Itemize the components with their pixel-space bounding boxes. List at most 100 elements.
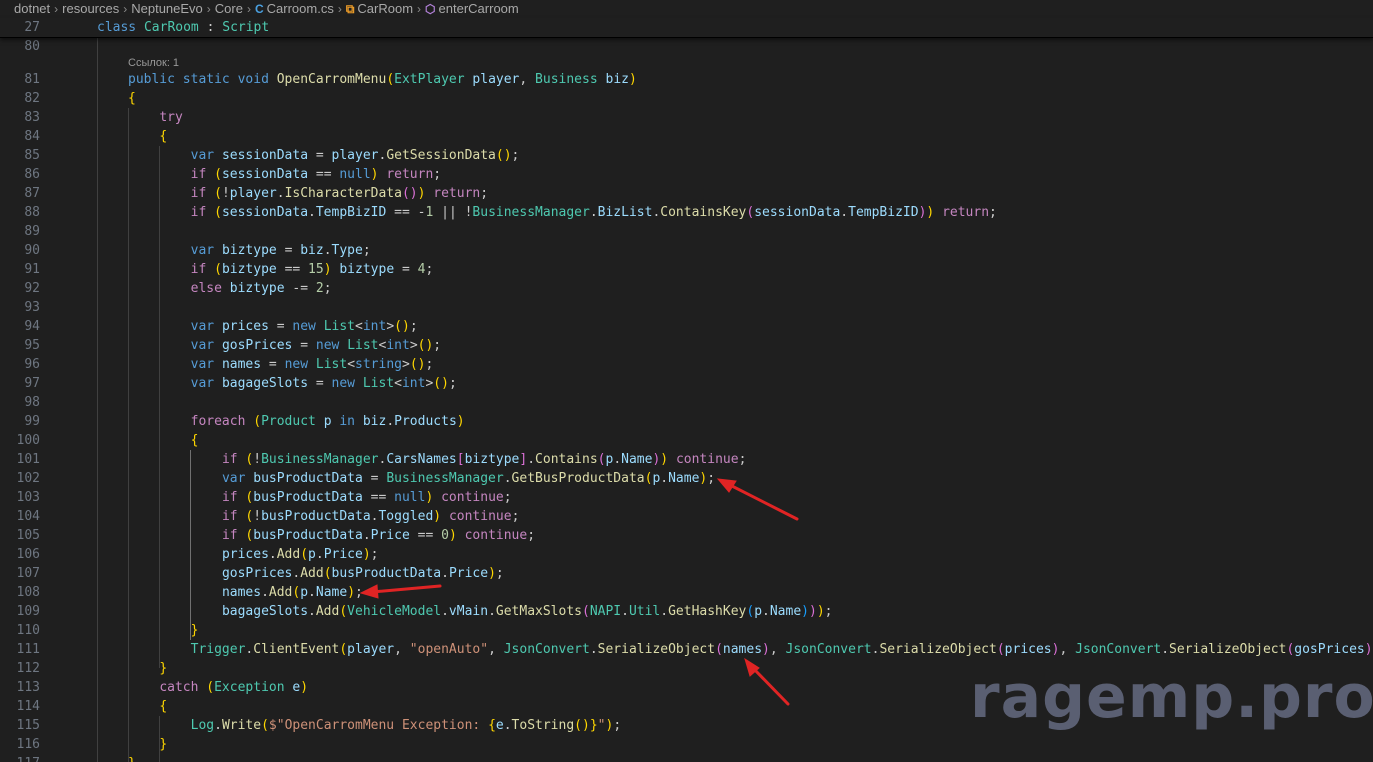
annotation-arrow-1	[716, 478, 799, 521]
code-line[interactable]: public static void OpenCarromMenu(ExtPla…	[128, 70, 637, 89]
code-line[interactable]: if (!BusinessManager.CarsNames[biztype].…	[128, 450, 746, 469]
code-line[interactable]: var prices = new List<int>();	[128, 317, 418, 336]
line-number: 86	[24, 167, 40, 182]
code-line[interactable]: if (busProductData == null) continue;	[128, 488, 512, 507]
code-line[interactable]: if (!player.IsCharacterData()) return;	[128, 184, 488, 203]
line-number: 114	[16, 699, 40, 714]
chevron-right-icon: ›	[246, 2, 251, 16]
breadcrumb-label: dotnet	[14, 1, 51, 16]
code-line[interactable]: Trigger.ClientEvent(player, "openAuto", …	[128, 640, 1373, 659]
code-line[interactable]: {	[128, 697, 167, 716]
line-number: 106	[16, 547, 40, 562]
watermark-logo: ragemp.pro	[970, 662, 1373, 732]
chevron-right-icon: ›	[54, 2, 59, 16]
line-number: 89	[24, 224, 40, 239]
code-line[interactable]: {	[128, 431, 199, 450]
code-line[interactable]: }	[128, 754, 136, 762]
line-number: 94	[24, 319, 40, 334]
line-number: 98	[24, 395, 40, 410]
line-number: 116	[16, 737, 40, 752]
code-line[interactable]: var sessionData = player.GetSessionData(…	[128, 146, 520, 165]
code-line[interactable]: try	[128, 108, 182, 127]
line-number: 81	[24, 72, 40, 87]
breadcrumb-label: Carroom.cs	[266, 1, 334, 16]
breadcrumb-item[interactable]: ⬡ enterCarroom	[425, 0, 519, 18]
line-number: 101	[16, 452, 40, 467]
line-number: 82	[24, 91, 40, 106]
breadcrumb-item[interactable]: dotnet	[14, 0, 50, 18]
breadcrumb-label: NeptuneEvo	[131, 1, 203, 16]
line-number: 27	[24, 20, 40, 35]
code-line[interactable]: if (sessionData.TempBizID == -1 || !Busi…	[128, 203, 997, 222]
line-number: 110	[16, 623, 40, 638]
code-line[interactable]: var names = new List<string>();	[128, 355, 434, 374]
line-number: 88	[24, 205, 40, 220]
annotation-arrow-3	[744, 657, 790, 706]
line-number: 100	[16, 433, 40, 448]
line-number: 87	[24, 186, 40, 201]
line-number: 97	[24, 376, 40, 391]
breadcrumb-item[interactable]: NeptuneEvo	[131, 0, 203, 18]
line-number: 102	[16, 471, 40, 486]
code-line[interactable]: prices.Add(p.Price);	[128, 545, 379, 564]
method-icon: ⬡	[425, 2, 436, 16]
code-line[interactable]: var biztype = biz.Type;	[128, 241, 371, 260]
code-line[interactable]: if (!busProductData.Toggled) continue;	[128, 507, 519, 526]
line-number: 91	[24, 262, 40, 277]
code-line[interactable]: var busProductData = BusinessManager.Get…	[128, 469, 715, 488]
breadcrumb-label: enterCarroom	[438, 1, 519, 16]
line-number: 113	[16, 680, 40, 695]
indent-guide	[97, 37, 98, 762]
line-number: 111	[16, 642, 40, 657]
line-number: 108	[16, 585, 40, 600]
line-number: 93	[24, 300, 40, 315]
line-number: 80	[24, 39, 40, 54]
code-line[interactable]: gosPrices.Add(busProductData.Price);	[128, 564, 504, 583]
breadcrumb-item[interactable]: C Carroom.cs	[255, 0, 334, 18]
breadcrumb-item[interactable]: resources	[62, 0, 119, 18]
line-number: 92	[24, 281, 40, 296]
line-number: 90	[24, 243, 40, 258]
code-line[interactable]: catch (Exception e)	[128, 678, 308, 697]
code-line[interactable]: names.Add(p.Name);	[128, 583, 363, 602]
indent-guide	[190, 450, 191, 640]
sticky-code-line: class CarRoom : Script	[97, 20, 270, 35]
code-line[interactable]: {	[128, 89, 136, 108]
line-number: 112	[16, 661, 40, 676]
indent-guide	[159, 716, 160, 762]
line-number: 105	[16, 528, 40, 543]
line-number: 99	[24, 414, 40, 429]
sticky-scroll-divider	[0, 37, 1373, 38]
line-number: 85	[24, 148, 40, 163]
breadcrumb-item[interactable]: ⧉ CarRoom	[346, 0, 413, 18]
annotation-arrow-2	[359, 584, 442, 599]
indent-guide	[128, 108, 129, 762]
line-number: 84	[24, 129, 40, 144]
code-line[interactable]: {	[128, 127, 167, 146]
line-number: 115	[16, 718, 40, 733]
code-line[interactable]: var gosPrices = new List<int>();	[128, 336, 442, 355]
breadcrumb-item[interactable]: Core	[215, 0, 243, 18]
csharp-file-icon: C	[254, 2, 264, 16]
chevron-right-icon: ›	[417, 2, 422, 16]
code-line[interactable]: Log.Write($"OpenCarromMenu Exception: {e…	[128, 716, 622, 735]
code-line[interactable]: }	[128, 621, 199, 640]
code-line[interactable]: if (sessionData == null) return;	[128, 165, 441, 184]
codelens-references[interactable]: Ссылок: 1	[128, 56, 179, 70]
sticky-scroll-line[interactable]: 27 class CarRoom : Script	[0, 18, 1373, 37]
class-icon: ⧉	[345, 2, 355, 16]
chevron-right-icon: ›	[123, 2, 128, 16]
code-line[interactable]: }	[128, 735, 167, 754]
code-line[interactable]: }	[128, 659, 167, 678]
line-number: 83	[24, 110, 40, 125]
line-number: 104	[16, 509, 40, 524]
code-line[interactable]: foreach (Product p in biz.Products)	[128, 412, 465, 431]
code-line[interactable]: bagageSlots.Add(VehicleModel.vMain.GetMa…	[128, 602, 833, 621]
code-line[interactable]: var bagageSlots = new List<int>();	[128, 374, 457, 393]
breadcrumb: dotnet › resources › NeptuneEvo › Core › C Carroo…	[0, 0, 1373, 18]
line-number: 117	[0, 754, 40, 762]
breadcrumb-label: resources	[62, 1, 120, 16]
line-number: 103	[16, 490, 40, 505]
breadcrumb-label: Core	[214, 1, 243, 16]
code-line[interactable]: if (biztype == 15) biztype = 4;	[128, 260, 434, 279]
